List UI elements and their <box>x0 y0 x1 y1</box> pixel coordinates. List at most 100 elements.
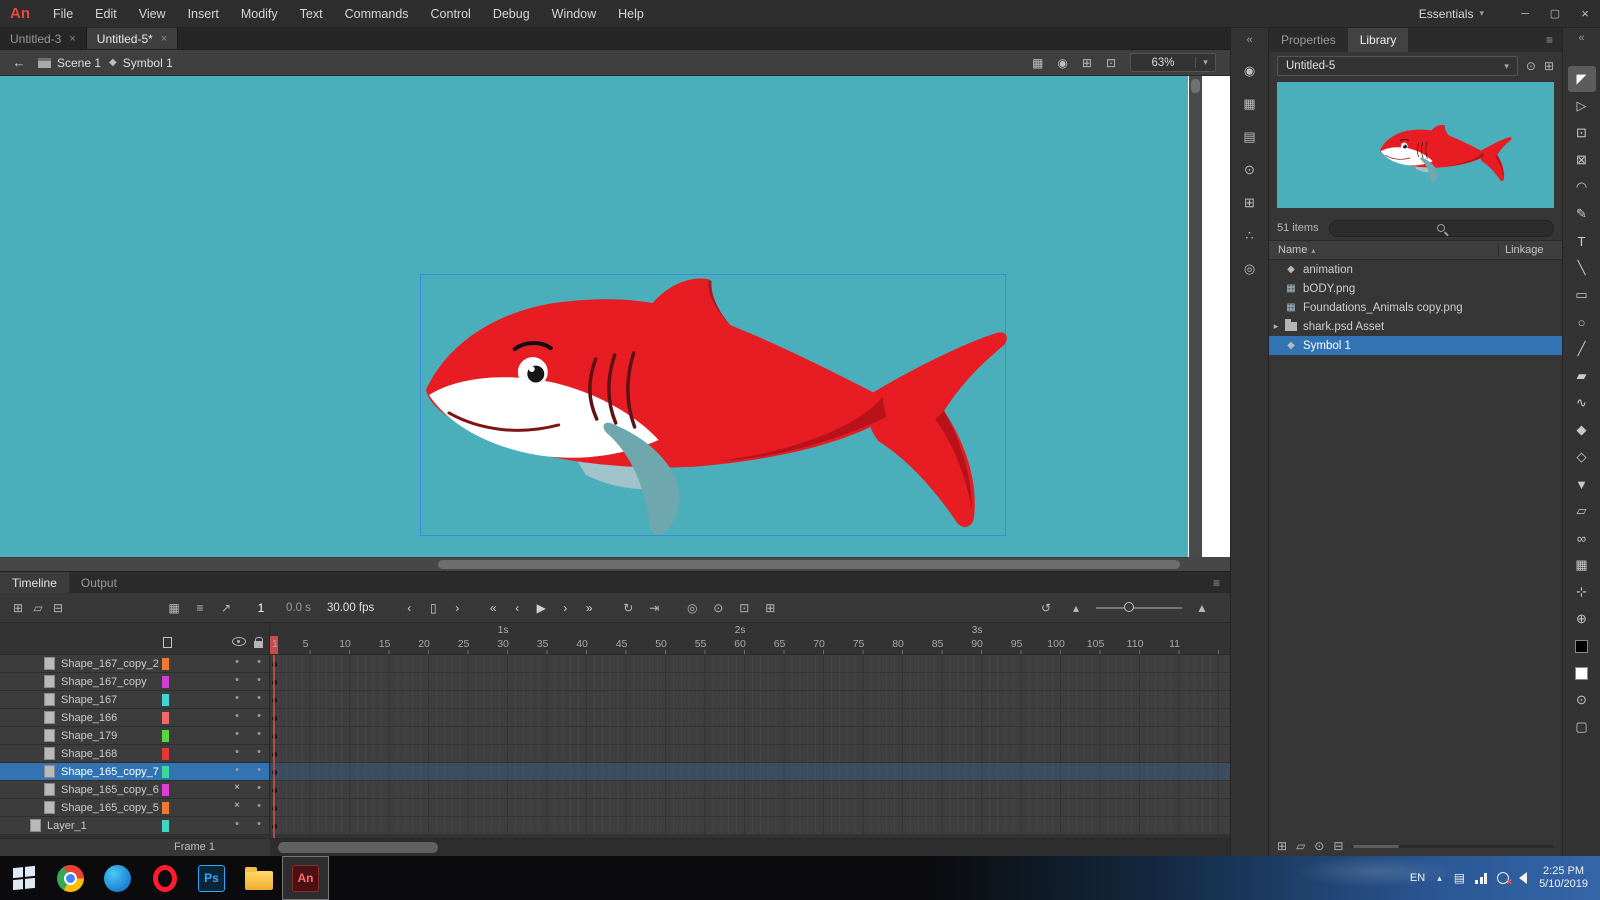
layer-row[interactable]: Shape_179•• <box>0 727 269 745</box>
outline-color-swatch[interactable] <box>162 748 169 760</box>
playhead-line[interactable] <box>273 655 275 838</box>
browser-icon[interactable] <box>94 856 141 900</box>
pen-tool[interactable]: ✎ <box>1568 201 1596 227</box>
info-panel-icon[interactable]: ⊙ <box>1244 162 1255 178</box>
menu-edit[interactable]: Edit <box>84 7 128 21</box>
show-parenting-icon[interactable]: ≡ <box>190 601 210 615</box>
align-panel-icon[interactable]: ▤ <box>1243 129 1255 145</box>
camera-panel-icon[interactable]: ◉ <box>1244 63 1255 79</box>
pin-library-icon[interactable]: ⊙ <box>1526 59 1536 73</box>
edit-multiple-frames-icon[interactable]: ⊡ <box>734 601 754 615</box>
zoom-in-frames-icon[interactable]: ▲ <box>1192 601 1212 615</box>
layer-row[interactable]: Shape_165_copy_7•• <box>0 763 269 781</box>
loop-range-icon[interactable]: ⇥ <box>644 601 664 615</box>
expander-icon[interactable]: ▸ <box>1269 321 1283 332</box>
layer-lock-toggle[interactable]: • <box>252 728 266 740</box>
document-tab[interactable]: Untitled-5*× <box>87 28 178 49</box>
paint-bucket-tool[interactable]: ◆ <box>1568 417 1596 443</box>
camera-icon[interactable]: ▦ <box>1032 56 1043 70</box>
outline-color-swatch[interactable] <box>162 712 169 724</box>
new-layer-icon[interactable]: ⊞ <box>8 601 28 615</box>
menu-view[interactable]: View <box>128 7 177 21</box>
chrome-icon[interactable] <box>47 856 94 900</box>
photoshop-icon[interactable]: Ps <box>188 856 235 900</box>
zoom-tool[interactable]: ⊕ <box>1568 606 1596 632</box>
free-transform-tool[interactable]: ⊡ <box>1568 120 1596 146</box>
library-item[interactable]: ▦Foundations_Animals copy.png <box>1269 298 1562 317</box>
fill-color-swatch[interactable] <box>1568 660 1596 686</box>
menu-insert[interactable]: Insert <box>177 7 230 21</box>
frame-row[interactable] <box>270 745 1230 763</box>
timeline-zoom-slider[interactable] <box>1096 607 1182 609</box>
volume-icon[interactable] <box>1519 872 1527 884</box>
restore-button[interactable]: ▢ <box>1540 0 1570 27</box>
eyedropper-tool[interactable]: ▼ <box>1568 471 1596 497</box>
layer-lock-toggle[interactable]: • <box>252 746 266 758</box>
layer-lock-toggle[interactable]: • <box>252 710 266 722</box>
ink-bottle-tool[interactable]: ◇ <box>1568 444 1596 470</box>
bone-tool[interactable]: ∿ <box>1568 390 1596 416</box>
layer-visibility-toggle[interactable]: • <box>230 818 244 830</box>
layer-row[interactable]: Shape_167_copy_2•• <box>0 655 269 673</box>
zoom-control[interactable]: 63% ▾ <box>1130 53 1216 72</box>
frame-row[interactable] <box>270 691 1230 709</box>
layer-lock-toggle[interactable]: • <box>252 764 266 776</box>
oval-tool[interactable]: ○ <box>1568 309 1596 335</box>
eraser-tool[interactable]: ▱ <box>1568 498 1596 524</box>
brush-tool[interactable]: ▰ <box>1568 363 1596 389</box>
shark-graphic[interactable] <box>421 275 1005 535</box>
layer-row[interactable]: Shape_168•• <box>0 745 269 763</box>
selection-tool[interactable]: ◤ <box>1568 66 1596 92</box>
library-hscrollbar[interactable] <box>1351 845 1554 848</box>
tray-expand-icon[interactable]: ▴ <box>1437 873 1442 884</box>
column-linkage[interactable]: Linkage <box>1498 244 1562 256</box>
new-folder-icon[interactable]: ▱ <box>1296 839 1305 853</box>
taskbar-clock[interactable]: 2:25 PM 5/10/2019 <box>1539 865 1588 891</box>
layer-visibility-toggle[interactable]: • <box>230 746 244 758</box>
layer-lock-toggle[interactable]: • <box>252 818 266 830</box>
loop-playback-icon[interactable]: ↻ <box>618 601 638 615</box>
menu-control[interactable]: Control <box>420 7 482 21</box>
tab-properties[interactable]: Properties <box>1269 28 1348 52</box>
outline-color-swatch[interactable] <box>162 658 169 670</box>
frame-row[interactable] <box>270 817 1230 835</box>
layer-visibility-toggle[interactable]: • <box>230 764 244 776</box>
menu-file[interactable]: File <box>42 7 84 21</box>
new-folder-icon[interactable]: ▱ <box>28 601 48 615</box>
file-explorer-icon[interactable] <box>235 856 282 900</box>
timeline-scroll-thumb[interactable] <box>278 842 438 853</box>
layer-row[interactable]: Layer_1•• <box>0 817 269 835</box>
layer-visibility-toggle[interactable]: • <box>230 656 244 668</box>
tab-close-icon[interactable]: × <box>69 33 75 45</box>
layer-visibility-toggle[interactable]: × <box>230 800 244 811</box>
breadcrumb-scene[interactable]: Scene 1 <box>38 56 101 70</box>
layer-row[interactable]: Shape_165_copy_6×• <box>0 781 269 799</box>
frame-row[interactable] <box>270 655 1230 673</box>
fill-color-icon[interactable]: ◉ <box>1057 56 1067 70</box>
network-error-icon[interactable] <box>1497 872 1509 884</box>
horizontal-scrollbar[interactable] <box>0 557 1188 571</box>
frame-row[interactable] <box>270 727 1230 745</box>
outline-color-swatch[interactable] <box>162 784 169 796</box>
current-frame-number[interactable]: 1 <box>252 601 270 615</box>
layer-lock-toggle[interactable]: • <box>252 782 266 794</box>
opera-icon[interactable] <box>141 856 188 900</box>
start-button[interactable] <box>0 856 47 900</box>
rectangle-tool[interactable]: ▭ <box>1568 282 1596 308</box>
layer-row[interactable]: Shape_165_copy_5×• <box>0 799 269 817</box>
frame-rate[interactable]: 30.00 fps <box>327 602 374 614</box>
go-first-frame-button[interactable]: « <box>484 601 502 615</box>
onion-skin-outline-icon[interactable]: ⊙ <box>708 601 728 615</box>
item-properties-icon[interactable]: ⊙ <box>1314 839 1324 853</box>
step-back-button[interactable]: ‹ <box>400 601 418 615</box>
pencil-tool[interactable]: ╱ <box>1568 336 1596 362</box>
lock-column-icon[interactable] <box>254 641 263 648</box>
clip-content-icon[interactable]: ⊡ <box>1106 56 1116 70</box>
menu-commands[interactable]: Commands <box>334 7 420 21</box>
minimize-button[interactable]: ─ <box>1510 0 1540 27</box>
delete-item-icon[interactable]: ⊟ <box>1333 839 1343 853</box>
zoom-chevron-icon[interactable]: ▾ <box>1195 57 1215 68</box>
tab-library[interactable]: Library <box>1348 28 1409 52</box>
collapse-panels-icon[interactable]: « <box>1246 34 1252 46</box>
timeline-zoom-knob[interactable] <box>1124 602 1134 612</box>
